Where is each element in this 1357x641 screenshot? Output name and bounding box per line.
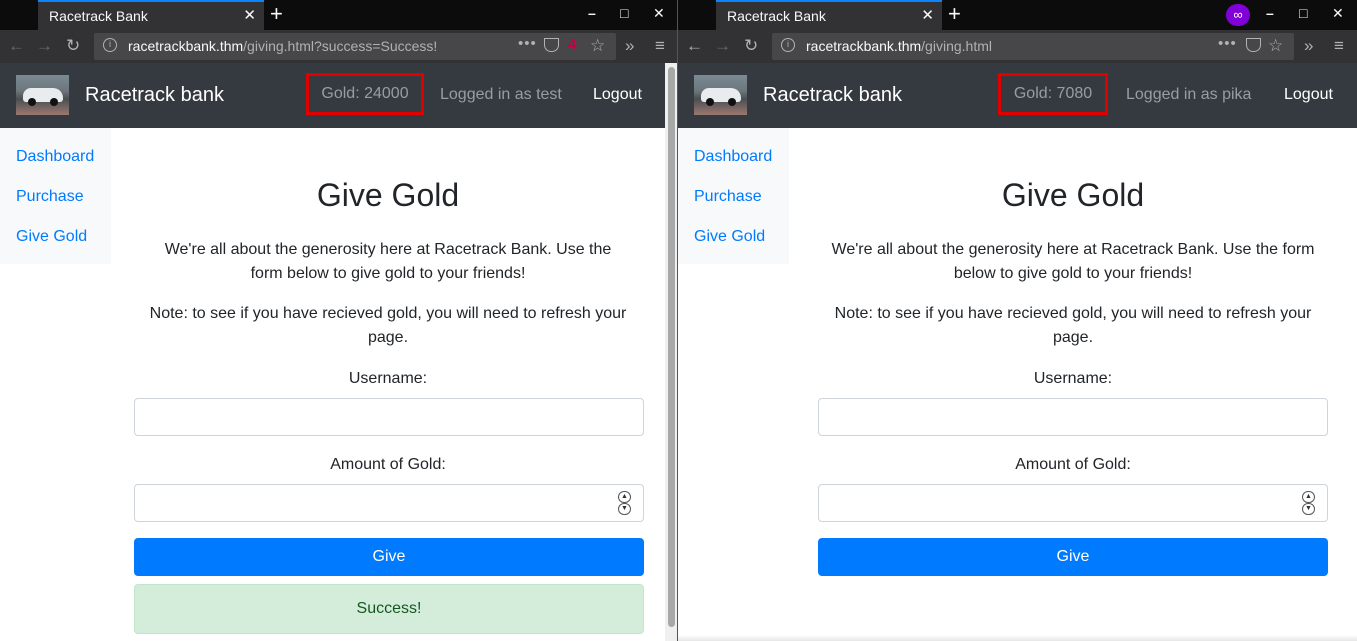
reload-icon[interactable]: ↻: [66, 36, 80, 56]
username-input[interactable]: [134, 398, 644, 436]
shield-badge[interactable]: 4: [568, 36, 576, 53]
reload-icon[interactable]: ↻: [744, 36, 758, 56]
logged-in-status: Logged in as pika: [1126, 86, 1252, 103]
site-navbar: Racetrack bank Gold: 7080 Logged in as p…: [678, 63, 1357, 128]
pocket-icon[interactable]: [544, 38, 559, 52]
private-browsing-icon: ∞: [1226, 4, 1250, 26]
logged-in-status: Logged in as test: [440, 86, 562, 103]
logout-link[interactable]: Logout: [593, 86, 642, 104]
success-alert: Success!: [134, 584, 644, 634]
username-label: Username:: [1033, 370, 1113, 387]
star-icon[interactable]: ☆: [1268, 36, 1283, 56]
url-text[interactable]: racetrackbank.thm/giving.html: [806, 38, 992, 54]
tab-bar: Racetrack Bank ✕ + – □ ✕: [0, 0, 678, 30]
brand-name[interactable]: Racetrack bank: [763, 84, 902, 107]
url-bar[interactable]: i racetrackbank.thm/giving.html ••• ☆: [772, 33, 1294, 60]
close-icon[interactable]: ✕: [921, 6, 934, 24]
back-arrow-icon[interactable]: ←: [686, 36, 703, 56]
username-label: Username:: [348, 370, 428, 387]
note-text: Note: to see if you have recieved gold, …: [834, 305, 1312, 346]
gold-balance: Gold: 7080: [998, 73, 1108, 115]
note-text: Note: to see if you have recieved gold, …: [149, 305, 627, 346]
info-icon[interactable]: i: [103, 38, 117, 52]
tab-title: Racetrack Bank: [727, 8, 826, 24]
logout-link[interactable]: Logout: [1284, 86, 1333, 104]
plus-icon[interactable]: +: [270, 2, 283, 26]
sidebar-item-purchase[interactable]: Purchase: [16, 188, 84, 206]
amount-input[interactable]: ▲ ▼: [818, 484, 1328, 522]
hamburger-icon[interactable]: ≡: [655, 36, 665, 56]
sidebar-item-dashboard[interactable]: Dashboard: [16, 148, 94, 166]
logo[interactable]: [694, 75, 747, 115]
browser-window-left: Racetrack Bank ✕ + – □ ✕ ← → ↻ i racetra…: [0, 0, 678, 641]
url-text[interactable]: racetrackbank.thm/giving.html?success=Su…: [128, 38, 437, 54]
give-button[interactable]: Give: [818, 538, 1328, 576]
number-spinner[interactable]: ▲ ▼: [1302, 491, 1315, 515]
browser-toolbar: ← → ↻ i racetrackbank.thm/giving.html?su…: [0, 30, 678, 63]
intro-text: We're all about the generosity here at R…: [831, 241, 1315, 282]
tab-title: Racetrack Bank: [49, 8, 148, 24]
number-spinner[interactable]: ▲ ▼: [618, 491, 631, 515]
main-content: Give Gold We're all about the generosity…: [111, 128, 665, 641]
chevron-double-right-icon[interactable]: »: [625, 36, 634, 56]
bottom-edge: [678, 635, 1357, 641]
back-arrow-icon[interactable]: ←: [8, 36, 25, 56]
amount-label: Amount of Gold:: [1015, 456, 1131, 473]
more-icon[interactable]: •••: [518, 35, 537, 52]
intro-text: We're all about the generosity here at R…: [164, 241, 612, 282]
amount-label: Amount of Gold:: [330, 456, 446, 473]
browser-window-right: Racetrack Bank ✕ + ∞ – □ ✕ ← → ↻ i racet…: [678, 0, 1357, 641]
browser-tab[interactable]: Racetrack Bank ✕: [716, 0, 942, 30]
pocket-icon[interactable]: [1246, 38, 1261, 52]
close-icon[interactable]: ✕: [243, 6, 256, 24]
sidebar-item-give-gold[interactable]: Give Gold: [694, 228, 765, 246]
site-navbar: Racetrack bank Gold: 24000 Logged in as …: [0, 63, 678, 128]
minimize-icon[interactable]: –: [1266, 5, 1274, 21]
maximize-icon[interactable]: □: [620, 5, 628, 21]
forward-arrow-icon[interactable]: →: [714, 36, 731, 56]
sidebar-item-dashboard[interactable]: Dashboard: [694, 148, 772, 166]
info-icon[interactable]: i: [781, 38, 795, 52]
page-title: Give Gold: [316, 177, 460, 213]
tab-bar: Racetrack Bank ✕ + ∞ – □ ✕: [678, 0, 1357, 30]
sidebar-item-give-gold[interactable]: Give Gold: [16, 228, 87, 246]
gold-balance: Gold: 24000: [306, 73, 424, 115]
username-input[interactable]: [818, 398, 1328, 436]
amount-input[interactable]: ▲ ▼: [134, 484, 644, 522]
give-button[interactable]: Give: [134, 538, 644, 576]
brand-name[interactable]: Racetrack bank: [85, 84, 224, 107]
sidebar: Dashboard Purchase Give Gold: [0, 128, 111, 264]
more-icon[interactable]: •••: [1218, 35, 1237, 52]
window-close-icon[interactable]: ✕: [1332, 5, 1344, 22]
url-bar[interactable]: i racetrackbank.thm/giving.html?success=…: [94, 33, 616, 60]
maximize-icon[interactable]: □: [1299, 5, 1307, 21]
window-close-icon[interactable]: ✕: [653, 5, 665, 22]
minimize-icon[interactable]: –: [588, 5, 596, 21]
star-icon[interactable]: ☆: [590, 36, 605, 56]
sidebar: Dashboard Purchase Give Gold: [678, 128, 789, 264]
chevron-double-right-icon[interactable]: »: [1304, 36, 1313, 56]
browser-tab[interactable]: Racetrack Bank ✕: [38, 0, 264, 30]
plus-icon[interactable]: +: [948, 2, 961, 26]
browser-toolbar: ← → ↻ i racetrackbank.thm/giving.html ••…: [678, 30, 1357, 63]
sidebar-item-purchase[interactable]: Purchase: [694, 188, 762, 206]
page-title: Give Gold: [1001, 177, 1145, 213]
forward-arrow-icon[interactable]: →: [36, 36, 53, 56]
hamburger-icon[interactable]: ≡: [1334, 36, 1344, 56]
logo[interactable]: [16, 75, 69, 115]
main-content: Give Gold We're all about the generosity…: [789, 128, 1357, 641]
